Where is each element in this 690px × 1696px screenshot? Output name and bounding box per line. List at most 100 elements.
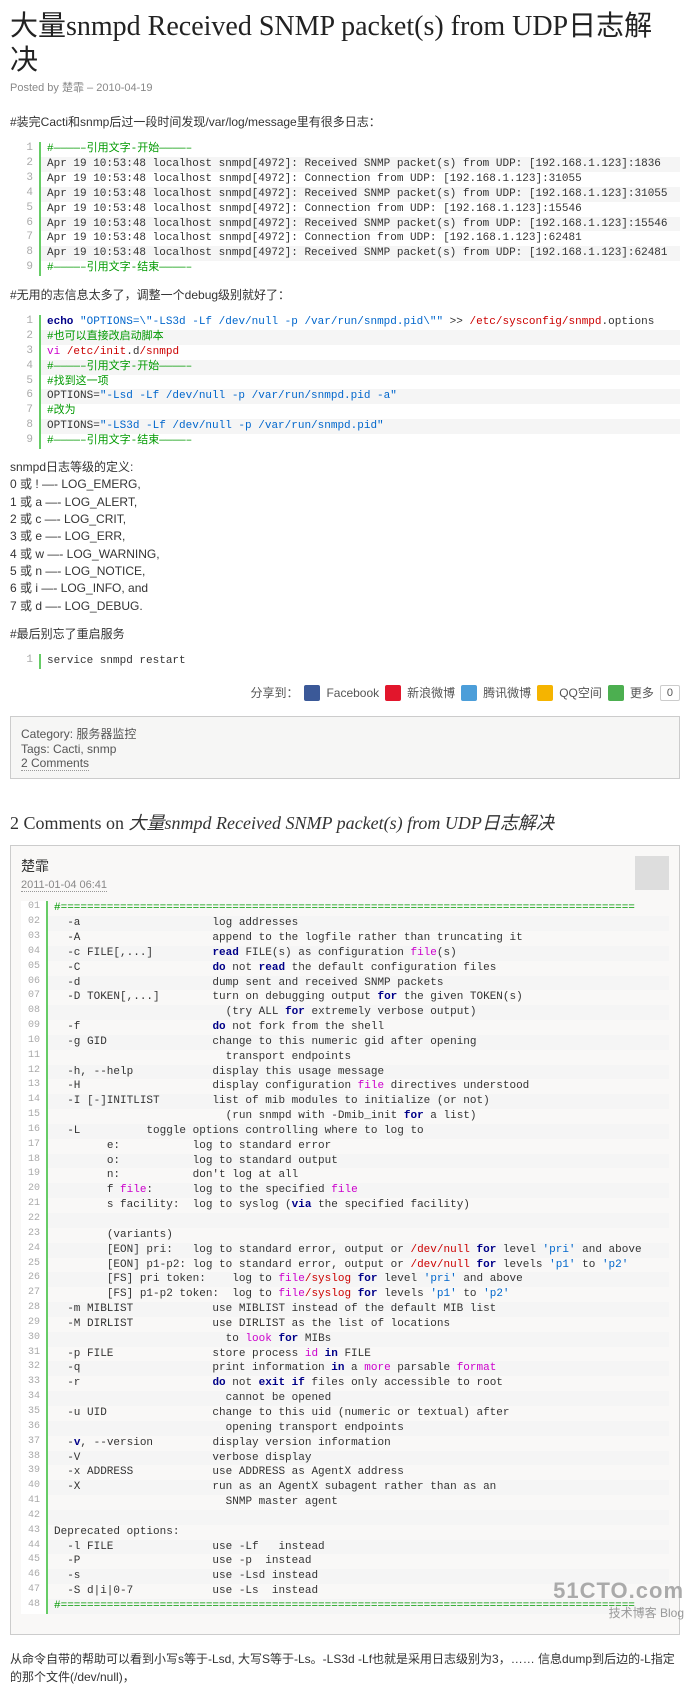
- share-more[interactable]: 更多: [630, 684, 654, 701]
- tencent-weibo-icon[interactable]: [461, 685, 477, 701]
- category-link[interactable]: 服务器监控: [76, 727, 136, 741]
- share-facebook[interactable]: Facebook: [326, 686, 379, 700]
- line-number: 22: [21, 1213, 47, 1228]
- share-tencent[interactable]: 腾讯微博: [483, 684, 531, 701]
- code-line: Apr 19 10:53:48 localhost snmpd[4972]: R…: [40, 157, 680, 172]
- code-line: -h, --help display this usage message: [47, 1065, 669, 1080]
- line-number: 03: [21, 931, 47, 946]
- comments-heading-prefix: 2 Comments on: [10, 813, 129, 833]
- line-number: 18: [21, 1154, 47, 1169]
- weibo-icon[interactable]: [385, 685, 401, 701]
- code-line: (try ALL for extremely verbose output): [47, 1005, 669, 1020]
- line-number: 36: [21, 1421, 47, 1436]
- line-number: 48: [21, 1599, 47, 1614]
- qzone-icon[interactable]: [537, 685, 553, 701]
- code-line: OPTIONS="-Lsd -Lf /dev/null -p /var/run/…: [40, 389, 680, 404]
- code-line: [EON] pri: log to standard error, output…: [47, 1243, 669, 1258]
- code-line: #=======================================…: [47, 1599, 669, 1614]
- code-line: echo "OPTIONS=\"-LS3d -Lf /dev/null -p /…: [40, 315, 680, 330]
- code-line: -C do not read the default configuration…: [47, 961, 669, 976]
- line-number: 4: [10, 360, 40, 375]
- code-line: -g GID change to this numeric gid after …: [47, 1035, 669, 1050]
- code-line: opening transport endpoints: [47, 1421, 669, 1436]
- code-line: #也可以直接改启动脚本: [40, 330, 680, 345]
- more-icon[interactable]: [608, 685, 624, 701]
- avatar: [635, 856, 669, 890]
- code-block-3: 1service snmpd restart: [10, 654, 680, 669]
- code-line: -r do not exit if files only accessible …: [47, 1376, 669, 1391]
- comments-heading-title: 大量snmpd Received SNMP packet(s) from UDP…: [129, 813, 554, 833]
- line-number: 35: [21, 1406, 47, 1421]
- line-number: 23: [21, 1228, 47, 1243]
- line-number: 32: [21, 1361, 47, 1376]
- code-line: [EON] p1-p2: log to standard error, outp…: [47, 1258, 669, 1273]
- line-number: 41: [21, 1495, 47, 1510]
- line-number: 11: [21, 1050, 47, 1065]
- code-line: Apr 19 10:53:48 localhost snmpd[4972]: R…: [40, 246, 680, 261]
- category-box: Category: 服务器监控 Tags: Cacti, snmp 2 Comm…: [10, 716, 680, 779]
- code-line: Deprecated options:: [47, 1525, 669, 1540]
- line-number: 45: [21, 1554, 47, 1569]
- comment-author[interactable]: 楚霏: [21, 856, 107, 876]
- code-line: #改为: [40, 404, 680, 419]
- line-number: 27: [21, 1287, 47, 1302]
- post-date: 2010-04-19: [96, 82, 152, 94]
- line-number: 3: [10, 345, 40, 360]
- line-number: 8: [10, 419, 40, 434]
- line-number: 01: [21, 901, 47, 916]
- code-line: #————–引用文字-开始————–: [40, 142, 680, 157]
- code-line: -M DIRLIST use DIRLIST as the list of lo…: [47, 1317, 669, 1332]
- code-line: o: log to standard output: [47, 1154, 669, 1169]
- code-line: -c FILE[,...] read FILE(s) as configurat…: [47, 946, 669, 961]
- code-line: -V verbose display: [47, 1451, 669, 1466]
- code-line: -s use -Lsd instead: [47, 1569, 669, 1584]
- code-line: SNMP master agent: [47, 1495, 669, 1510]
- line-number: 02: [21, 916, 47, 931]
- line-number: 38: [21, 1451, 47, 1466]
- code-line: service snmpd restart: [40, 654, 680, 669]
- code-line: -x ADDRESS use ADDRESS as AgentX address: [47, 1465, 669, 1480]
- code-line: (run snmpd with -Dmib_init for a list): [47, 1109, 669, 1124]
- code-line: -p FILE store process id in FILE: [47, 1347, 669, 1362]
- code-line: #=======================================…: [47, 901, 669, 916]
- line-number: 8: [10, 246, 40, 261]
- code-line: Apr 19 10:53:48 localhost snmpd[4972]: C…: [40, 202, 680, 217]
- code-block-1: 1#————–引用文字-开始————–2Apr 19 10:53:48 loca…: [10, 142, 680, 276]
- line-number: 3: [10, 172, 40, 187]
- line-number: 39: [21, 1465, 47, 1480]
- tag-link[interactable]: snmp: [87, 742, 116, 756]
- code-line: -S d|i|0-7 use -Ls instead: [47, 1584, 669, 1599]
- line-number: 07: [21, 990, 47, 1005]
- line-number: 04: [21, 946, 47, 961]
- comments-count-link[interactable]: 2 Comments: [21, 756, 89, 771]
- line-number: 37: [21, 1436, 47, 1451]
- line-number: 44: [21, 1540, 47, 1555]
- post-body: #装完Cacti和snmp后过一段时间发现/var/log/message里有很…: [10, 113, 680, 669]
- code-line: -f do not fork from the shell: [47, 1020, 669, 1035]
- line-number: 26: [21, 1272, 47, 1287]
- code-line: #————–引用文字-开始————–: [40, 360, 680, 375]
- level-definitions: snmpd日志等级的定义:0 或 ! —- LOG_EMERG,1 或 a —-…: [10, 459, 680, 616]
- code-line: -P use -p instead: [47, 1554, 669, 1569]
- code-line: -H display configuration file directives…: [47, 1079, 669, 1094]
- facebook-icon[interactable]: [304, 685, 320, 701]
- code-block-2: 1echo "OPTIONS=\"-LS3d -Lf /dev/null -p …: [10, 315, 680, 449]
- line-number: 14: [21, 1094, 47, 1109]
- code-line: s facility: log to syslog (via the speci…: [47, 1198, 669, 1213]
- category-label: Category:: [21, 727, 73, 741]
- line-number: 19: [21, 1168, 47, 1183]
- line-number: 1: [10, 654, 40, 669]
- line-number: 43: [21, 1525, 47, 1540]
- comment-date-link[interactable]: 2011-01-04 06:41: [21, 879, 107, 892]
- share-qzone[interactable]: QQ空间: [559, 684, 602, 701]
- tag-link[interactable]: Cacti: [53, 742, 80, 756]
- code-line: Apr 19 10:53:48 localhost snmpd[4972]: C…: [40, 231, 680, 246]
- code-line: -d dump sent and received SNMP packets: [47, 976, 669, 991]
- code-line: Apr 19 10:53:48 localhost snmpd[4972]: C…: [40, 172, 680, 187]
- share-weibo[interactable]: 新浪微博: [407, 684, 455, 701]
- code-line: -L toggle options controlling where to l…: [47, 1124, 669, 1139]
- line-number: 6: [10, 389, 40, 404]
- line-number: 24: [21, 1243, 47, 1258]
- code-line: -v, --version display version informatio…: [47, 1436, 669, 1451]
- post-author-link[interactable]: 楚霏: [62, 82, 84, 94]
